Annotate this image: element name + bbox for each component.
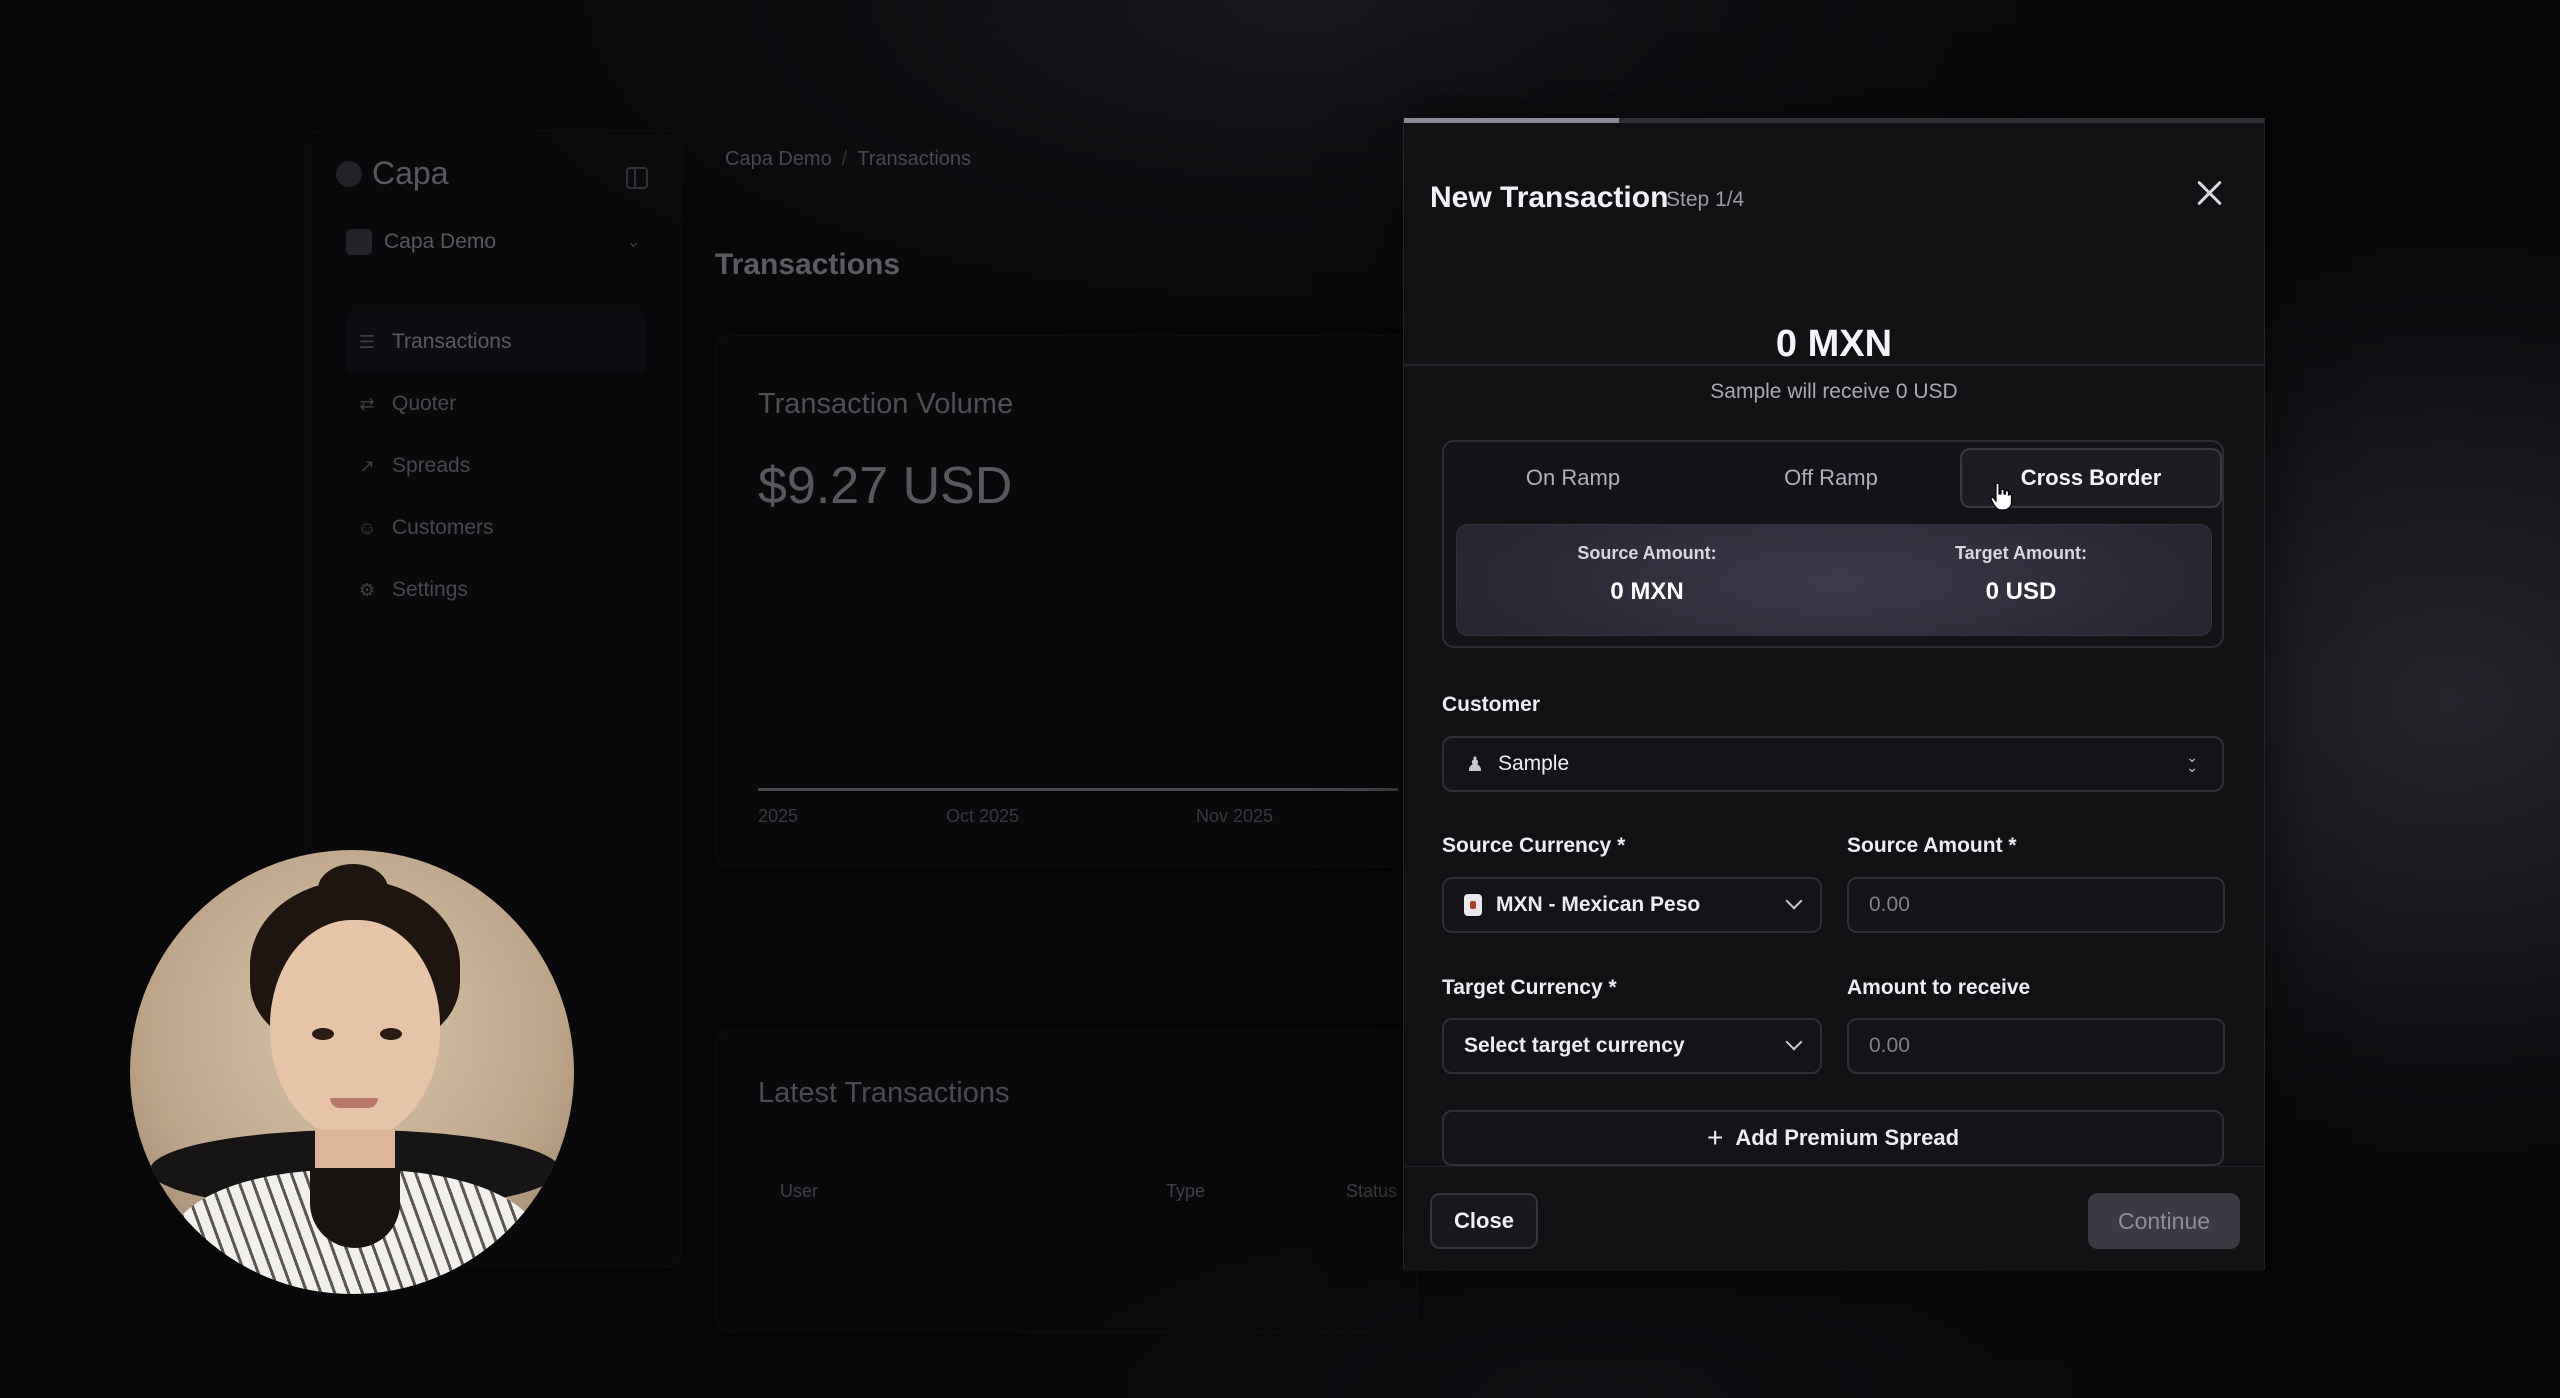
source-amount-field-label: Source Amount * [1847, 834, 2017, 857]
continue-button[interactable]: Continue [2088, 1193, 2240, 1249]
column-header: User [780, 1181, 819, 1201]
add-premium-spread-button[interactable]: + Add Premium Spread [1442, 1110, 2224, 1166]
amount-to-receive-input[interactable]: 0.00 [1847, 1018, 2225, 1074]
new-transaction-modal: New Transaction Step 1/4 0 MXN Sample wi… [1403, 118, 2265, 1271]
sidebar-item-label: Customers [392, 516, 494, 539]
mexico-flag-icon [1464, 894, 1482, 916]
amount-summary-panel: Source Amount: 0 MXN Target Amount: 0 US… [1456, 524, 2212, 636]
quoter-icon: ⇄ [359, 393, 375, 414]
sidebar-item-transactions[interactable]: ☰ Transactions [346, 311, 646, 373]
chevron-down-icon[interactable]: ⌄ [626, 231, 641, 252]
plus-icon: + [1706, 1122, 1724, 1153]
page-title: Transactions [715, 248, 901, 281]
webcam-mouth [330, 1098, 378, 1108]
target-amount-label: Target Amount: [1955, 543, 2087, 563]
webcam-eye [312, 1028, 334, 1040]
brand: Capa [336, 155, 449, 192]
sidebar-item-label: Quoter [392, 392, 457, 415]
sidebar-item-settings[interactable]: ⚙ Settings [346, 559, 646, 621]
org-icon [346, 229, 372, 255]
volume-value: $9.27 USD [758, 457, 1013, 515]
latest-transactions-card: Latest Transactions User Type Status [715, 1030, 1417, 1332]
target-currency-label: Target Currency * [1442, 976, 1617, 999]
source-currency-label: Source Currency * [1442, 834, 1626, 857]
customer-select[interactable]: ♟ Sample ⌄ ⌄ [1442, 736, 2224, 792]
close-button[interactable]: Close [1430, 1193, 1538, 1249]
modal-footer: Close Continue [1404, 1166, 2264, 1271]
step-indicator: Step 1/4 [1666, 188, 1745, 211]
list-icon: ☰ [358, 331, 376, 352]
tab-off-ramp[interactable]: Off Ramp [1702, 442, 1960, 514]
spreads-icon: ↗ [359, 455, 375, 476]
webcam-eye [380, 1028, 402, 1040]
webcam-overlay [130, 850, 574, 1294]
axis-tick: Oct 2025 [946, 806, 1020, 826]
org-name: Capa Demo [384, 230, 497, 253]
sidebar-item-customers[interactable]: ☺ Customers [346, 497, 646, 559]
target-currency-select[interactable]: Select target currency [1442, 1018, 1822, 1074]
column-header: Status [1346, 1181, 1398, 1201]
amount-to-receive-label: Amount to receive [1847, 976, 2031, 999]
sidebar-toggle-icon[interactable] [626, 167, 648, 189]
target-currency-value: Select target currency [1464, 1034, 1685, 1057]
volume-title: Transaction Volume [758, 388, 1014, 420]
chart-axis [758, 788, 1398, 791]
customer-value: Sample [1497, 752, 1570, 775]
brand-name: Capa [372, 155, 449, 191]
chevrons-up-down-icon: ⌄ ⌄ [2186, 749, 2198, 775]
tab-on-ramp[interactable]: On Ramp [1444, 442, 1702, 514]
breadcrumb-separator: / [841, 148, 848, 170]
gear-icon: ⚙ [358, 579, 376, 600]
chevron-down-icon [1785, 892, 1803, 910]
summary-amount: 0 MXN [1775, 323, 1893, 365]
customer-label: Customer [1442, 693, 1541, 716]
source-amount-summary: Source Amount: 0 MXN [1497, 543, 1797, 606]
logo-icon [336, 160, 362, 187]
user-icon: ☺ [357, 517, 377, 538]
webcam-hair-bun [318, 864, 388, 914]
axis-tick: 2025 [758, 806, 799, 826]
sidebar-nav: ☰ Transactions ⇄ Quoter ↗ Spreads ☺ Cust… [346, 311, 646, 621]
source-currency-value: MXN - Mexican Peso [1496, 893, 1701, 916]
user-icon: ♟ [1466, 753, 1484, 776]
sidebar-item-label: Settings [392, 578, 468, 601]
sidebar-item-label: Spreads [392, 454, 471, 477]
sidebar-item-label: Transactions [392, 330, 512, 353]
source-amount-input[interactable]: 0.00 [1847, 877, 2225, 933]
axis-tick: Nov 2025 [1196, 806, 1274, 826]
flow-selector: On Ramp Off Ramp Cross Border Source Amo… [1442, 440, 2224, 648]
breadcrumb-current: Transactions [857, 148, 972, 170]
source-currency-select[interactable]: MXN - Mexican Peso [1442, 877, 1822, 933]
pointer-cursor-icon [1990, 482, 2012, 511]
summary-subtitle: Sample will receive 0 USD [1710, 380, 1958, 403]
sidebar-item-spreads[interactable]: ↗ Spreads [346, 435, 646, 497]
target-amount-summary: Target Amount: 0 USD [1871, 543, 2171, 606]
sidebar-item-quoter[interactable]: ⇄ Quoter [346, 373, 646, 435]
latest-transactions-title: Latest Transactions [758, 1077, 1010, 1109]
source-amount-label: Source Amount: [1577, 543, 1717, 563]
breadcrumb: Capa Demo / Transactions [725, 148, 971, 171]
column-header: Type [1166, 1181, 1206, 1201]
modal-title: New Transaction [1430, 181, 1669, 214]
add-premium-spread-label: Add Premium Spread [1735, 1125, 1960, 1150]
org-switcher[interactable]: Capa Demo [346, 229, 496, 255]
volume-card: Transaction Volume $9.27 USD 2025 Oct 20… [715, 335, 1417, 867]
flow-tabs: On Ramp Off Ramp Cross Border [1444, 442, 2222, 514]
target-amount-value: 0 USD [1985, 578, 2057, 605]
chevron-down-icon [1785, 1033, 1803, 1051]
source-amount-value: 0 MXN [1610, 578, 1684, 605]
breadcrumb-root[interactable]: Capa Demo [725, 148, 832, 170]
close-icon[interactable] [2189, 173, 2229, 213]
